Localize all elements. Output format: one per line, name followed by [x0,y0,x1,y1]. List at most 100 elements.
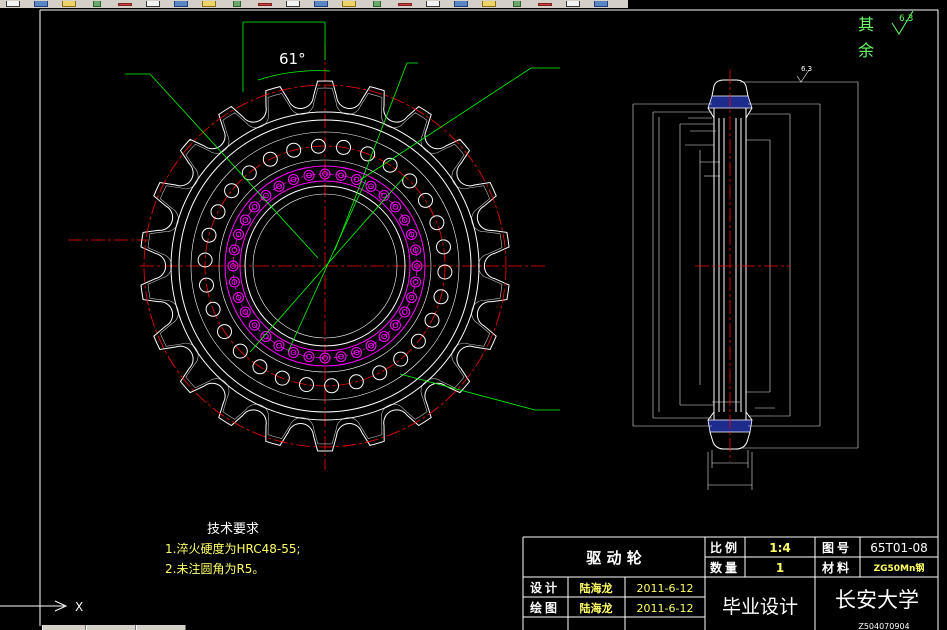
match-properties-button[interactable] [254,0,276,8]
paste-icon [233,1,241,7]
mounting-hole-inner [368,183,374,190]
project-title: 毕业设计 [722,596,798,618]
redo-icon [314,1,328,7]
standard-toolbar [0,0,630,8]
mounting-hole [365,180,377,192]
mounting-hole-inner [251,204,258,210]
markup-button[interactable] [562,0,584,8]
tab-layout-2[interactable] [136,625,186,630]
undo-icon [286,1,300,7]
zoom-realtime-button[interactable] [366,0,388,8]
bolt-hole [372,365,388,381]
publish-icon [146,1,160,7]
part-name: 驱 动 轮 [586,549,641,567]
tab-model[interactable] [42,625,86,630]
quantity-value: 1 [776,561,784,575]
mounting-hole [303,351,315,363]
designer-label: 设计 [530,580,560,595]
mounting-hole-inner [392,322,399,329]
drawing-number-label: 图号 [822,540,852,555]
side-roughness: 6.3 [796,65,812,83]
drafter-label: 绘图 [530,600,560,615]
print-button[interactable] [86,0,108,8]
layout-tabs [42,625,186,630]
mounting-hole-inner [263,333,269,340]
angle-dimension-arc [257,70,331,81]
mounting-hole [260,331,272,342]
open-icon [34,1,48,7]
print-preview-button[interactable] [114,0,136,8]
scale-label: 比例 [710,540,740,555]
angle-dimension-label: 61° [279,50,306,68]
publish-button[interactable] [142,0,164,8]
undo-button[interactable] [282,0,304,8]
new-icon [6,1,20,7]
mounting-hole [335,169,347,181]
bolt-hole [436,239,451,255]
paste-button[interactable] [226,0,248,8]
section-outline [745,107,753,119]
ucs-icon: X [0,600,83,614]
mounting-hole [399,306,411,318]
school-name: 长安大学 [835,588,919,612]
roughness-note-char-1: 其 [858,15,874,34]
mounting-hole [239,214,251,226]
mounting-hole-inner [242,217,249,223]
zoom-previous-icon [426,1,440,7]
sheet-set-icon [538,3,552,6]
design-center-icon [482,1,496,7]
cut-button[interactable] [170,0,192,8]
new-button[interactable] [2,0,24,8]
ucs-x-label: X [75,600,83,614]
scale-value: 1:4 [769,541,791,555]
zoom-previous-button[interactable] [422,0,444,8]
drawing-number: 65T01-08 [870,541,927,555]
technical-requirements: 技术要求 1.淬火硬度为HRC48-55; 2.未注圆角为R5。 [165,522,301,576]
markup-icon [566,1,580,7]
drafter-name: 陆海龙 [580,601,613,615]
bolt-hole [393,351,409,367]
bolt-hole [201,227,217,243]
calculator-icon [594,1,608,7]
sheet-set-button[interactable] [534,0,556,8]
print-icon [93,1,101,7]
sprocket-section-view [632,70,859,490]
zoom-window-icon [398,3,412,6]
quantity-label: 数量 [710,560,740,575]
save-button[interactable] [58,0,80,8]
roughness-value: 6.3 [899,14,913,24]
model-space-canvas[interactable]: 61° 其 余 6.3 6.3 技术要求 1.淬火硬度为HRC48-55; 2.… [0,0,947,630]
copy-icon [202,1,216,7]
mounting-hole [228,244,240,256]
calculator-button[interactable] [590,0,612,8]
redo-button[interactable] [310,0,332,8]
material-label: 材料 [821,560,852,575]
leader-line [359,67,560,181]
pan-button[interactable] [338,0,360,8]
tab-layout-1[interactable] [86,625,136,630]
title-block: 驱 动 轮 比例 1:4 图号 65T01-08 数量 1 材料 ZG50Mn钢… [522,536,938,630]
mounting-hole [390,319,401,331]
requirement-item: 1.淬火硬度为HRC48-55; [165,541,301,556]
roughness-value: 6.3 [801,65,812,73]
designer-name: 陆海龙 [580,581,613,595]
roughness-note: 其 余 6.3 [858,10,914,60]
design-date: 2011-6-12 [637,582,694,595]
mounting-hole-inner [381,192,388,199]
pan-icon [342,1,356,7]
copy-button[interactable] [198,0,220,8]
front-view-centerlines [68,45,548,470]
properties-button[interactable] [450,0,472,8]
match-properties-icon [258,3,272,6]
tool-palettes-button[interactable] [506,0,528,8]
mounting-hole [273,340,285,352]
section-outline [707,411,715,421]
requirement-item: 2.未注圆角为R5。 [165,561,264,576]
student-number: Z504070904 [858,622,909,630]
design-center-button[interactable] [478,0,500,8]
requirements-title: 技术要求 [207,522,259,537]
mounting-hole-inner [276,342,282,349]
mounting-hole [410,276,422,288]
zoom-window-button[interactable] [394,0,416,8]
open-button[interactable] [30,0,52,8]
